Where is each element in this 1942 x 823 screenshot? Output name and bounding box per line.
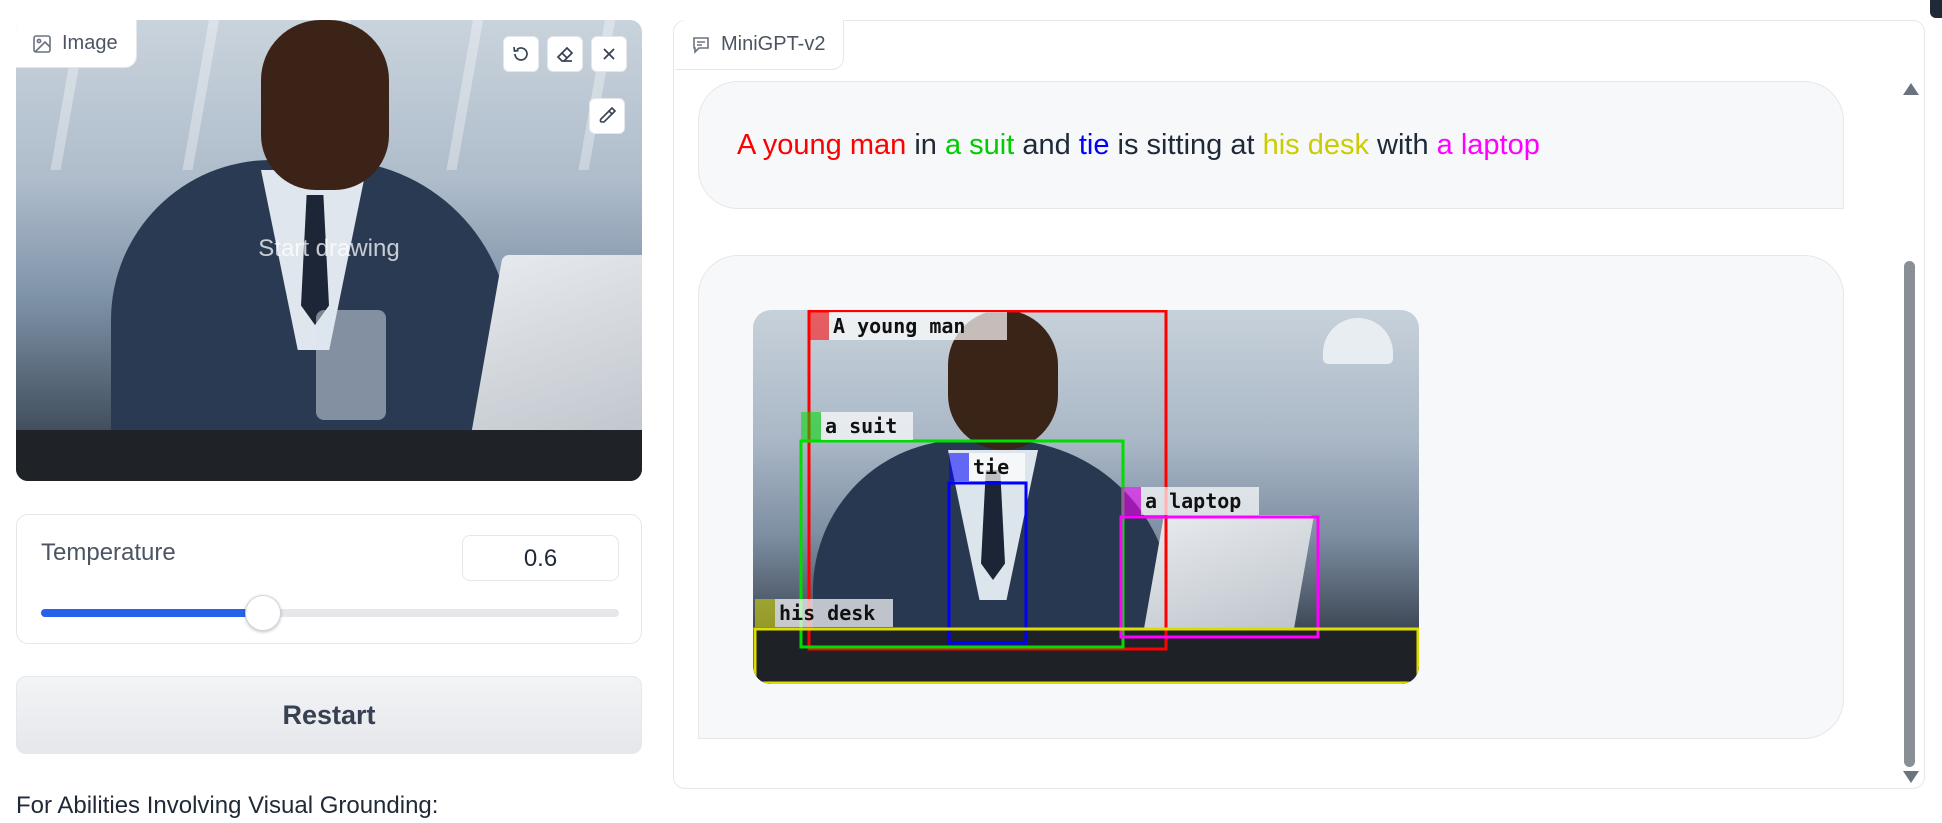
message-segment: his desk bbox=[1262, 128, 1369, 161]
image-input-label-text: Image bbox=[62, 32, 118, 54]
temperature-slider-track[interactable] bbox=[41, 609, 619, 617]
brush-button[interactable] bbox=[589, 98, 625, 134]
message-segment: is sitting at bbox=[1109, 128, 1263, 161]
chat-icon bbox=[693, 36, 709, 54]
bounding-box-label: tie bbox=[973, 455, 1009, 479]
scrollbar-thumb[interactable] bbox=[1904, 261, 1915, 767]
close-icon bbox=[603, 48, 615, 60]
close-button[interactable] bbox=[591, 36, 627, 72]
chatbot-label: MiniGPT-v2 bbox=[675, 20, 845, 70]
scroll-down-arrow-icon[interactable] bbox=[1903, 771, 1919, 783]
bounding-box-label-swatch bbox=[949, 453, 969, 481]
bounding-box-label: A young man bbox=[833, 314, 965, 338]
temperature-slider-fill bbox=[41, 609, 263, 617]
temperature-label: Temperature bbox=[41, 539, 176, 566]
grounded-result-image: A young man a suit tie a laptop his desk bbox=[753, 310, 1419, 684]
chat-scrollbar[interactable] bbox=[1901, 83, 1919, 783]
bot-message: A young man a suit tie a laptop his desk bbox=[698, 255, 1844, 739]
bounding-box-label-swatch bbox=[755, 599, 775, 627]
bounding-box-label-swatch bbox=[801, 412, 821, 440]
bounding-box-label-swatch bbox=[809, 312, 829, 340]
undo-button[interactable] bbox=[503, 36, 539, 72]
bounding-box-overlay: A young man a suit tie a laptop his desk bbox=[753, 310, 1419, 684]
bounding-box-label: his desk bbox=[779, 601, 875, 625]
message-segment: tie bbox=[1078, 128, 1110, 161]
start-drawing-placeholder: Start drawing bbox=[258, 235, 400, 262]
window-corner bbox=[1930, 0, 1942, 18]
undo-icon bbox=[513, 46, 528, 61]
clear-button[interactable] bbox=[547, 36, 583, 72]
photo-person-head bbox=[261, 20, 389, 190]
brush-icon bbox=[599, 106, 617, 123]
message-segment: with bbox=[1368, 128, 1437, 161]
user-message: A young man in a suit and tie is sitting… bbox=[698, 81, 1844, 209]
photo-glass bbox=[316, 310, 386, 420]
temperature-control: Temperature 0.6 bbox=[16, 514, 642, 644]
restart-button[interactable]: Restart bbox=[16, 676, 642, 754]
image-icon bbox=[33, 34, 51, 53]
temperature-value-input[interactable]: 0.6 bbox=[462, 535, 619, 581]
bounding-box bbox=[947, 481, 1028, 645]
bounding-box-label: a suit bbox=[825, 414, 897, 438]
bounding-box-label: a laptop bbox=[1145, 489, 1241, 513]
image-input-label: Image bbox=[16, 20, 137, 68]
photo-desk bbox=[16, 430, 642, 481]
temperature-slider-thumb[interactable] bbox=[245, 595, 281, 631]
message-segment: a laptop bbox=[1436, 128, 1540, 161]
message-segment: a suit bbox=[944, 128, 1015, 161]
message-segment: A young man bbox=[737, 128, 907, 161]
chatbot-label-text: MiniGPT-v2 bbox=[721, 33, 826, 55]
visual-grounding-heading: For Abilities Involving Visual Grounding… bbox=[16, 792, 439, 819]
message-segment: and bbox=[1014, 128, 1079, 161]
bounding-box-label-swatch bbox=[1121, 487, 1141, 515]
eraser-icon bbox=[556, 46, 574, 62]
image-canvas[interactable]: Start drawing bbox=[16, 20, 642, 481]
bounding-box bbox=[1119, 515, 1320, 639]
chatbot-panel: A young man in a suit and tie is sitting… bbox=[673, 20, 1925, 789]
message-segment: in bbox=[906, 128, 945, 161]
scroll-up-arrow-icon[interactable] bbox=[1903, 83, 1919, 95]
